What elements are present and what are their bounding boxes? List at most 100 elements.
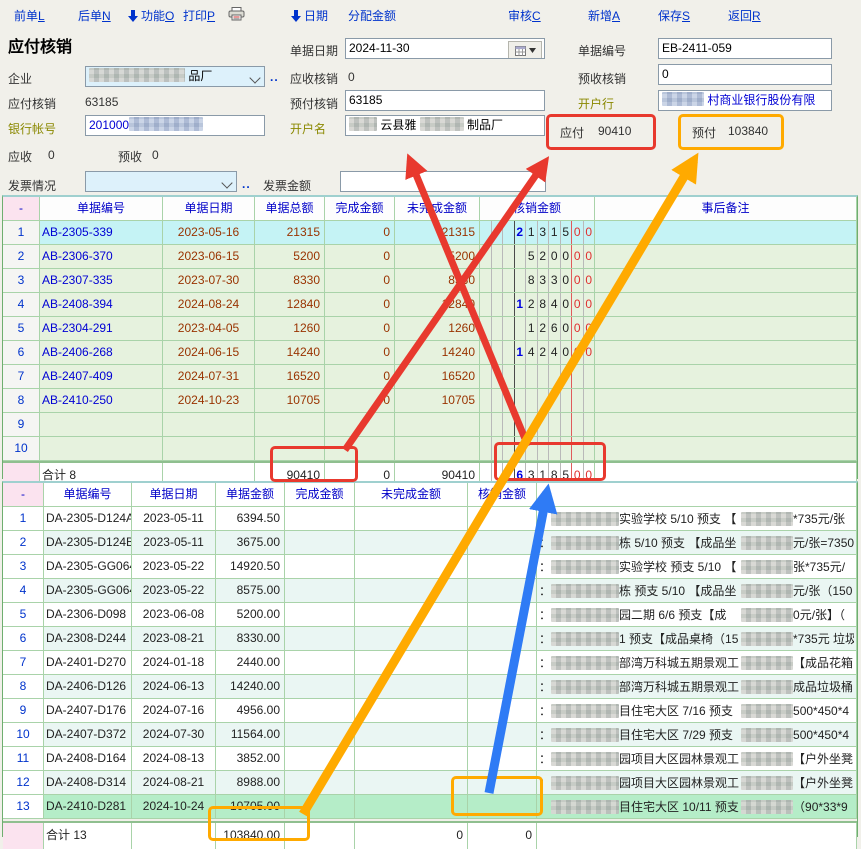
column-header[interactable]: 完成金额 [285, 483, 355, 506]
table-row[interactable]: 6DA-2308-D2442023-08-218330.00：1 预支【成品桌椅… [3, 627, 857, 651]
row-number[interactable]: 8 [3, 675, 44, 698]
note-cell[interactable] [595, 365, 857, 388]
row-number[interactable]: 1 [3, 221, 40, 244]
row-number[interactable]: 9 [3, 699, 44, 722]
table-row[interactable]: 7AB-2407-4092024-07-3116520016520 [3, 365, 857, 389]
toolbar-item-prev-doc[interactable]: 前单L [14, 7, 45, 24]
table-row[interactable]: 3AB-2307-3352023-07-30833008330833000 [3, 269, 857, 293]
column-header[interactable]: 单据编号 [44, 483, 132, 506]
column-header[interactable]: 未完成金额 [355, 483, 468, 506]
column-header[interactable]: 完成金额 [325, 197, 395, 220]
table-row[interactable]: 6AB-2406-2682024-06-15142400142401424000 [3, 341, 857, 365]
column-header[interactable]: 事后备注 [595, 197, 857, 220]
pre-receipt-writeoff-input[interactable] [658, 64, 832, 85]
row-number[interactable]: 1 [3, 507, 44, 530]
column-header[interactable]: 核销金额 [468, 483, 537, 506]
table-row[interactable]: 1DA-2305-D124A2023-05-116394.50：实验学校 5/1… [3, 507, 857, 531]
row-number[interactable]: 10 [3, 723, 44, 746]
row-number[interactable]: 11 [3, 747, 44, 770]
writeoff-amount-cell[interactable] [468, 531, 537, 554]
writeoff-amount-cell[interactable] [468, 675, 537, 698]
writeoff-amount-cell[interactable] [468, 555, 537, 578]
note-cell[interactable] [595, 413, 857, 436]
enterprise-more-button[interactable]: .. [270, 70, 279, 84]
table-row[interactable]: 9DA-2407-D1762024-07-164956.00：目住宅大区 7/1… [3, 699, 857, 723]
row-number[interactable]: 4 [3, 579, 44, 602]
toolbar-item-next-doc[interactable]: 后单N [78, 7, 111, 24]
table-row[interactable]: 5DA-2306-D0982023-06-085200.00：园二期 6/6 预… [3, 603, 857, 627]
column-header[interactable] [537, 483, 857, 506]
table-row[interactable]: 10DA-2407-D3722024-07-3011564.00：目住宅大区 7… [3, 723, 857, 747]
note-cell[interactable] [595, 221, 857, 244]
column-header[interactable]: 单据编号 [40, 197, 163, 220]
table-row[interactable]: 11DA-2408-D1642024-08-133852.00：园项目大区园林景… [3, 747, 857, 771]
enterprise-select[interactable]: 品厂 [85, 66, 265, 87]
account-name-input[interactable]: 云县雅 制品厂 [345, 115, 545, 136]
row-number[interactable]: 7 [3, 365, 40, 388]
column-header[interactable]: 单据总额 [255, 197, 325, 220]
calendar-icon[interactable] [508, 41, 542, 59]
row-number[interactable]: 2 [3, 245, 40, 268]
writeoff-amount-cell[interactable] [468, 603, 537, 626]
note-cell[interactable] [595, 437, 857, 460]
writeoff-amount-cell[interactable] [468, 747, 537, 770]
table-row[interactable]: 8DA-2406-D1262024-06-1314240.00：部湾万科城五期景… [3, 675, 857, 699]
table-row[interactable]: 5AB-2304-2912023-04-05126001260126000 [3, 317, 857, 341]
column-header[interactable]: - [3, 197, 40, 220]
row-number[interactable]: 7 [3, 651, 44, 674]
row-number[interactable]: 4 [3, 293, 40, 316]
note-cell[interactable] [595, 245, 857, 268]
row-number[interactable]: 5 [3, 317, 40, 340]
toolbar-item-print[interactable]: 打印P [183, 7, 215, 24]
table-row[interactable]: 12DA-2408-D3142024-08-218988.00：园项目大区园林景… [3, 771, 857, 795]
prepay-writeoff-input[interactable] [345, 90, 545, 111]
writeoff-amount-cell[interactable] [468, 651, 537, 674]
row-number[interactable]: 6 [3, 341, 40, 364]
note-cell[interactable] [595, 389, 857, 412]
writeoff-amount-cell[interactable] [468, 795, 537, 818]
column-header[interactable]: 单据日期 [132, 483, 216, 506]
row-number[interactable]: 3 [3, 269, 40, 292]
invoice-amount-input[interactable] [340, 171, 546, 192]
toolbar-item-audit[interactable]: 审核C [508, 7, 541, 24]
toolbar-item-printer[interactable] [228, 7, 248, 22]
table-row[interactable]: 8AB-2410-2502024-10-2310705010705 [3, 389, 857, 413]
table-row[interactable]: 1AB-2305-3392023-05-16213150213152131500 [3, 221, 857, 245]
row-number[interactable]: 12 [3, 771, 44, 794]
toolbar-item-add-new[interactable]: 新增A [588, 7, 620, 24]
note-cell[interactable] [595, 293, 857, 316]
row-number[interactable]: 3 [3, 555, 44, 578]
toolbar-item-back[interactable]: 返回R [728, 7, 761, 24]
column-header[interactable]: 单据金额 [216, 483, 285, 506]
writeoff-amount-cell[interactable] [468, 627, 537, 650]
note-cell[interactable] [595, 341, 857, 364]
row-number[interactable]: 8 [3, 389, 40, 412]
table-row[interactable]: 2AB-2306-3702023-06-15520005200520000 [3, 245, 857, 269]
table-row[interactable]: 4DA-2305-GG064B2023-05-228575.00：栋 预支 5/… [3, 579, 857, 603]
writeoff-amount-cell[interactable] [468, 579, 537, 602]
toolbar-item-functions[interactable]: 功能O [128, 7, 174, 24]
toolbar-item-allocate-amount[interactable]: 分配金额 [348, 7, 396, 24]
writeoff-amount-cell[interactable] [468, 723, 537, 746]
row-number[interactable]: 10 [3, 437, 40, 460]
column-header[interactable]: 单据日期 [163, 197, 255, 220]
column-header[interactable]: - [3, 483, 44, 506]
bank-account-input[interactable]: 201000 [85, 115, 265, 136]
table-row[interactable]: 13DA-2410-D2812024-10-2410705.00：目住宅大区 1… [3, 795, 857, 819]
column-header[interactable]: 核销金额 [480, 197, 595, 220]
invoice-status-more-button[interactable]: .. [242, 177, 251, 191]
table-row[interactable]: 7DA-2401-D2702024-01-182440.00：部湾万科城五期景观… [3, 651, 857, 675]
bank-branch-input[interactable]: 村商业银行股份有限 [658, 90, 832, 111]
row-number[interactable]: 2 [3, 531, 44, 554]
row-number[interactable]: 5 [3, 603, 44, 626]
table-row[interactable]: 4AB-2408-3942024-08-24128400128401284000 [3, 293, 857, 317]
note-cell[interactable] [595, 317, 857, 340]
column-header[interactable]: 未完成金额 [395, 197, 480, 220]
table-row[interactable]: 10 [3, 437, 857, 461]
row-number[interactable]: 9 [3, 413, 40, 436]
writeoff-amount-cell[interactable] [468, 507, 537, 530]
doc-number-input[interactable] [658, 38, 832, 59]
doc-date-input[interactable]: 2024-11-30 [345, 38, 545, 59]
table-row[interactable]: 3DA-2305-GG064A2023-05-2214920.50：实验学校 预… [3, 555, 857, 579]
writeoff-amount-cell[interactable] [468, 699, 537, 722]
